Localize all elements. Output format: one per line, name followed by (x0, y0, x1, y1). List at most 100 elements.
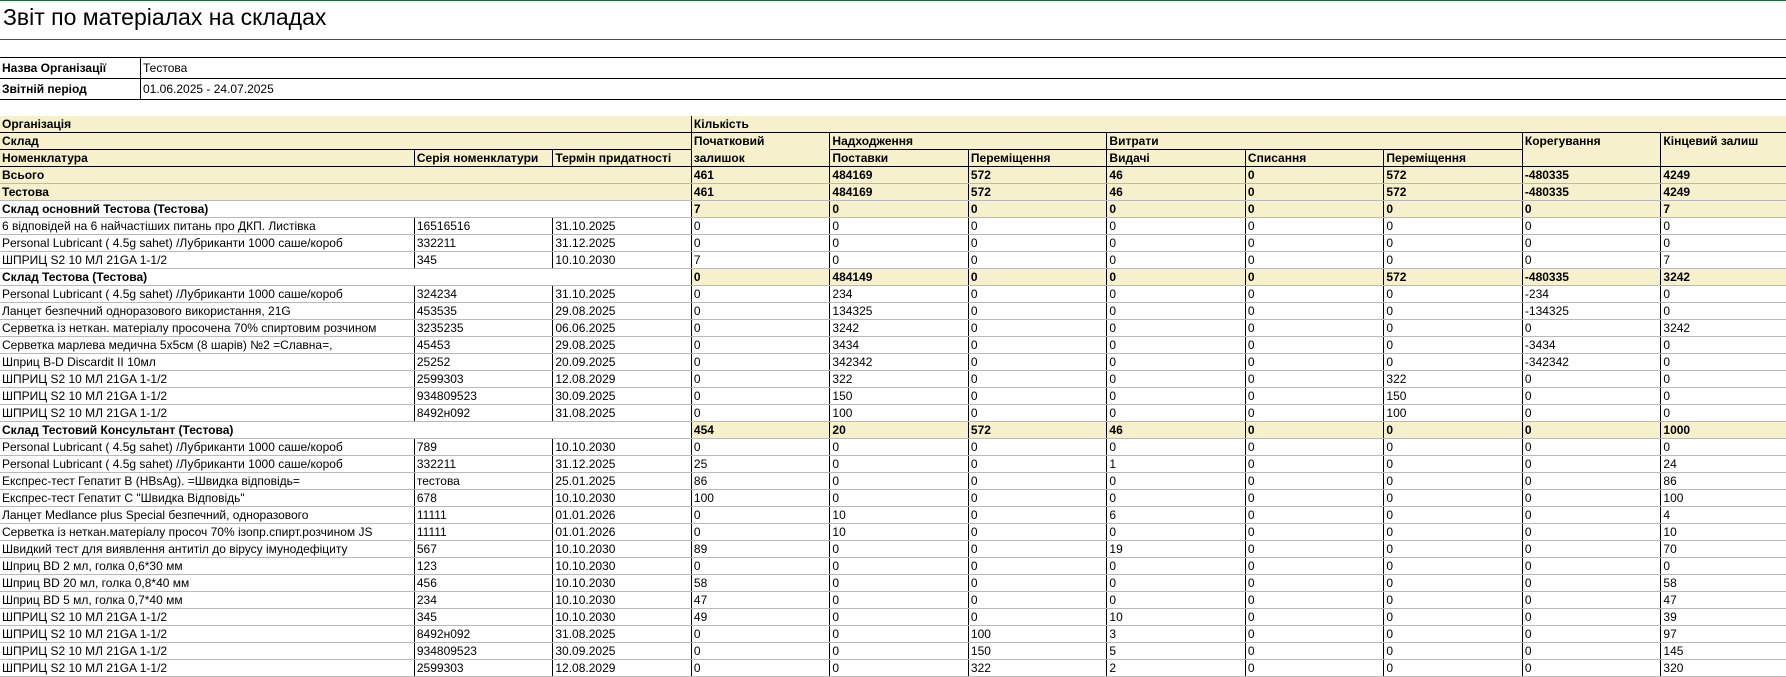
supplies-cell: 20 (829, 421, 969, 439)
header-expiry: Термін придатності (552, 149, 692, 167)
table-row: Personal Lubricant ( 4.5g sahet) /Лубрик… (0, 234, 1786, 252)
adjustment-cell: 0 (1522, 523, 1662, 541)
issues-cell: 3 (1106, 625, 1246, 643)
expiry-cell: 31.10.2025 (552, 217, 692, 235)
closing-cell: 3242 (1660, 268, 1786, 286)
issues-cell: 0 (1106, 353, 1246, 371)
supplies-cell: 234 (829, 285, 969, 303)
supplies-cell: 0 (829, 251, 969, 269)
writeoffs-cell: 0 (1245, 200, 1385, 218)
nomenclature-cell: Personal Lubricant ( 4.5g sahet) /Лубрик… (0, 285, 415, 303)
table-row: Шприц BD 20 мл, голка 0,8*40 мм 456 10.10.… (0, 574, 1786, 592)
supplies-cell: 322 (829, 370, 969, 388)
table-row: ШПРИЦ S2 10 МЛ 21GA 1-1/2 8492н092 31.08.2… (0, 404, 1786, 422)
opening-cell: 0 (691, 625, 831, 643)
transfers-in-cell: 0 (968, 557, 1108, 575)
transfers-in-cell: 0 (968, 404, 1108, 422)
row-label-cell: Всього (0, 166, 692, 184)
transfers-out-cell: 0 (1383, 285, 1523, 303)
transfers-in-cell: 322 (968, 659, 1108, 677)
table-row: Серветка із неткан. матеріалу просочена … (0, 319, 1786, 337)
supplies-cell: 0 (829, 540, 969, 558)
closing-cell: 0 (1660, 557, 1786, 575)
table-row: 6 відповідей на 6 найчастіших питань про… (0, 217, 1786, 235)
adjustment-cell: 0 (1522, 234, 1662, 252)
issues-cell: 0 (1106, 251, 1246, 269)
series-cell: 3235235 (414, 319, 554, 337)
writeoffs-cell: 0 (1245, 506, 1385, 524)
supplies-cell: 0 (829, 659, 969, 677)
adjustment-cell: 0 (1522, 540, 1662, 558)
total-row: Всього 461 484169 572 46 0 572 -480335 4249 (0, 166, 1786, 184)
series-cell: 234 (414, 591, 554, 609)
adjustment-cell: 0 (1522, 472, 1662, 490)
transfers-out-cell: 572 (1383, 166, 1523, 184)
transfers-in-cell: 0 (968, 540, 1108, 558)
issues-cell: 0 (1106, 472, 1246, 490)
adjustment-cell: 0 (1522, 489, 1662, 507)
closing-cell: 145 (1660, 642, 1786, 660)
transfers-out-cell: 0 (1383, 557, 1523, 575)
writeoffs-cell: 0 (1245, 404, 1385, 422)
transfers-in-cell: 0 (968, 608, 1108, 626)
expiry-cell: 01.01.2026 (552, 506, 692, 524)
opening-cell: 0 (691, 659, 831, 677)
param-value: Тестова (140, 57, 1786, 79)
warehouse-group-row: Склад основний Тестова (Тестова) 7 0 0 0 0 0 0 7 (0, 200, 1786, 218)
writeoffs-cell: 0 (1245, 608, 1385, 626)
opening-cell: 461 (691, 166, 831, 184)
warehouse-group-row: Склад Тестовий Консультант (Тестова) 454 2… (0, 421, 1786, 439)
header-issues: Видачі (1106, 149, 1246, 167)
table-row: Personal Lubricant ( 4.5g sahet) /Лубрик… (0, 438, 1786, 456)
transfers-in-cell: 572 (968, 421, 1108, 439)
closing-cell: 0 (1660, 438, 1786, 456)
closing-cell: 7 (1660, 251, 1786, 269)
transfers-out-cell: 572 (1383, 183, 1523, 201)
closing-cell: 0 (1660, 370, 1786, 388)
nomenclature-cell: ШПРИЦ S2 10 МЛ 21GA 1-1/2 (0, 659, 415, 677)
transfers-in-cell: 0 (968, 234, 1108, 252)
supplies-cell: 0 (829, 608, 969, 626)
header-receipts: Надходження (829, 132, 1108, 150)
transfers-out-cell: 0 (1383, 659, 1523, 677)
expiry-cell: 31.08.2025 (552, 625, 692, 643)
writeoffs-cell: 0 (1245, 370, 1385, 388)
transfers-out-cell: 0 (1383, 200, 1523, 218)
supplies-cell: 0 (829, 217, 969, 235)
expiry-cell: 10.10.2030 (552, 608, 692, 626)
transfers-out-cell: 0 (1383, 251, 1523, 269)
param-row-organization: Назва Організації Тестова (0, 57, 1786, 79)
supplies-cell: 150 (829, 387, 969, 405)
closing-cell: 39 (1660, 608, 1786, 626)
closing-cell: 0 (1660, 353, 1786, 371)
header-closing-blank (1660, 149, 1786, 167)
adjustment-cell: 0 (1522, 455, 1662, 473)
supplies-cell: 3242 (829, 319, 969, 337)
transfers-out-cell: 0 (1383, 217, 1523, 235)
transfers-in-cell: 0 (968, 302, 1108, 320)
supplies-cell: 0 (829, 234, 969, 252)
issues-cell: 6 (1106, 506, 1246, 524)
series-cell: 11111 (414, 506, 554, 524)
header-adjustment: Корегування (1522, 132, 1662, 150)
nomenclature-cell: Personal Lubricant ( 4.5g sahet) /Лубрик… (0, 455, 415, 473)
table-row: Шприц BD 5 мл, голка 0,7*40 мм 234 10.10.2… (0, 591, 1786, 609)
series-cell: 678 (414, 489, 554, 507)
nomenclature-cell: Ланцет безпечний одноразового використан… (0, 302, 415, 320)
supplies-cell: 0 (829, 455, 969, 473)
closing-cell: 0 (1660, 234, 1786, 252)
writeoffs-cell: 0 (1245, 387, 1385, 405)
writeoffs-cell: 0 (1245, 540, 1385, 558)
issues-cell: 46 (1106, 421, 1246, 439)
nomenclature-cell: Ланцет Medlance plus Special безпечний, … (0, 506, 415, 524)
transfers-in-cell: 0 (968, 217, 1108, 235)
writeoffs-cell: 0 (1245, 302, 1385, 320)
expiry-cell: 30.09.2025 (552, 642, 692, 660)
supplies-cell: 0 (829, 472, 969, 490)
expiry-cell: 10.10.2030 (552, 557, 692, 575)
closing-cell: 0 (1660, 302, 1786, 320)
adjustment-cell: 0 (1522, 370, 1662, 388)
supplies-cell: 100 (829, 404, 969, 422)
issues-cell: 46 (1106, 183, 1246, 201)
nomenclature-cell: Шприц B-D Discardit II 10мл (0, 353, 415, 371)
